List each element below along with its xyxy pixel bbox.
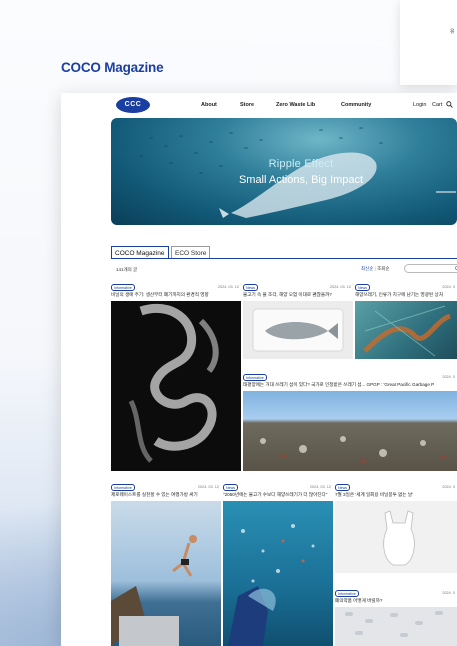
- post-card[interactable]: Informative 2024. 03. 12 제로웨이스트를 실천할 수 있…: [111, 484, 221, 646]
- post-date: 2024. 0: [442, 591, 455, 595]
- nav-zero-waste-lib[interactable]: Zero Waste Lib: [276, 102, 315, 108]
- post-date: 2024. 0: [442, 485, 455, 489]
- post-image-jumping-person: [111, 501, 221, 646]
- post-image-plastic-bags: [111, 301, 241, 471]
- post-badge: Informative: [111, 484, 135, 491]
- post-count: 141개의 글: [116, 267, 138, 272]
- post-date: 2024. 0: [442, 285, 455, 289]
- post-card[interactable]: Informative 2024. 0 태평양에는 거대 쓰레기 섬이 있다? …: [243, 374, 457, 474]
- post-badge: News: [355, 284, 370, 291]
- login-link[interactable]: Login: [413, 102, 426, 108]
- post-date: 2024. 03. 12: [217, 285, 239, 289]
- nav-community[interactable]: Community: [341, 102, 371, 108]
- nav-about[interactable]: About: [201, 102, 217, 108]
- post-card[interactable]: News 2024. 0 해양쓰레기, 인류가 지구에 남기는 영광된 상처: [355, 284, 457, 364]
- hero-title-line-1: Ripple Effect: [268, 158, 334, 170]
- post-image-garbage-patch: [243, 391, 457, 471]
- post-title: 비닐의 생애 주기: 생산부터 폐기까지의 환경적 영향: [111, 292, 209, 297]
- post-image-pills: [335, 607, 457, 646]
- back-page-card: 유: [400, 0, 457, 85]
- post-badge: News: [243, 284, 258, 291]
- sort-views[interactable]: 조회순: [377, 266, 389, 271]
- cart-link[interactable]: Cart: [432, 102, 442, 108]
- post-date: 2024. 03. 12: [197, 485, 219, 489]
- post-card[interactable]: Informative 2024. 03. 12 비닐의 생애 주기: 생산부터…: [111, 284, 241, 474]
- post-title: 물고기 속 플 조각, 해양 오염 이대로 괜찮을까?: [243, 292, 332, 297]
- post-title: 제로웨이스트를 실천할 수 있는 여행가방 싸기: [111, 492, 198, 497]
- hero-title-line-2: Small Actions, Big Impact: [238, 174, 364, 186]
- fish-school-illustration: [139, 127, 383, 218]
- brand-title: COCO Magazine: [61, 60, 164, 75]
- post-date: 2024. 0: [442, 375, 455, 379]
- post-image-plastic-bag: [335, 501, 457, 573]
- post-card[interactable]: Informative 2024. 0 폐의약품 어떻게 버릴까?: [335, 590, 457, 646]
- post-title: 해양쓰레기, 인류가 지구에 남기는 영광된 상처: [355, 292, 443, 297]
- post-image-fish-in-plastic: [243, 301, 353, 359]
- top-nav: CCC About Store Zero Waste Lib Community…: [61, 93, 457, 117]
- post-badge: News: [335, 484, 350, 491]
- post-badge: News: [223, 484, 238, 491]
- carousel-indicator[interactable]: [436, 191, 456, 193]
- tab-divider: [111, 258, 457, 259]
- post-badge: Informative: [335, 590, 359, 597]
- post-card[interactable]: News 2024. 03. 12 "2050년에는 물고기 수보다 해양쓰레기…: [223, 484, 333, 646]
- post-badge: Informative: [111, 284, 135, 291]
- post-title: 폐의약품 어떻게 버릴까?: [335, 598, 383, 603]
- hero-banner[interactable]: Ripple Effect Small Actions, Big Impact: [111, 118, 457, 225]
- post-image-fishing-net: [355, 301, 457, 359]
- post-date: 2024. 03. 12: [329, 285, 351, 289]
- sort-latest[interactable]: 최신순: [361, 266, 373, 271]
- post-title: 태평양에는 거대 쓰레기 섬이 있다? 국가로 인정받은 쓰레기 섬... GP…: [243, 382, 435, 387]
- post-card[interactable]: News 2024. 0 7월 3일은 '세계 일회용 비닐봉투 없는 날': [335, 484, 457, 573]
- post-date: 2024. 03. 12: [309, 485, 331, 489]
- post-card[interactable]: News 2024. 03. 12 물고기 속 플 조각, 해양 오염 이대로 …: [243, 284, 353, 364]
- post-title: "2050년에는 물고기 수보다 해양쓰레기가 더 많아진다": [223, 492, 328, 497]
- nav-store[interactable]: Store: [240, 102, 254, 108]
- sort-options: 최신순 | 조회순: [361, 266, 390, 271]
- back-card-text: 유: [450, 29, 455, 35]
- search-icon[interactable]: [446, 101, 453, 108]
- site-logo[interactable]: CCC: [116, 97, 150, 113]
- search-input[interactable]: Q: [404, 264, 457, 273]
- post-title: 7월 3일은 '세계 일회용 비닐봉투 없는 날': [335, 492, 413, 497]
- post-badge: Informative: [243, 374, 267, 381]
- site-preview: CCC About Store Zero Waste Lib Community…: [61, 93, 457, 646]
- post-image-diver-trash: [223, 501, 333, 646]
